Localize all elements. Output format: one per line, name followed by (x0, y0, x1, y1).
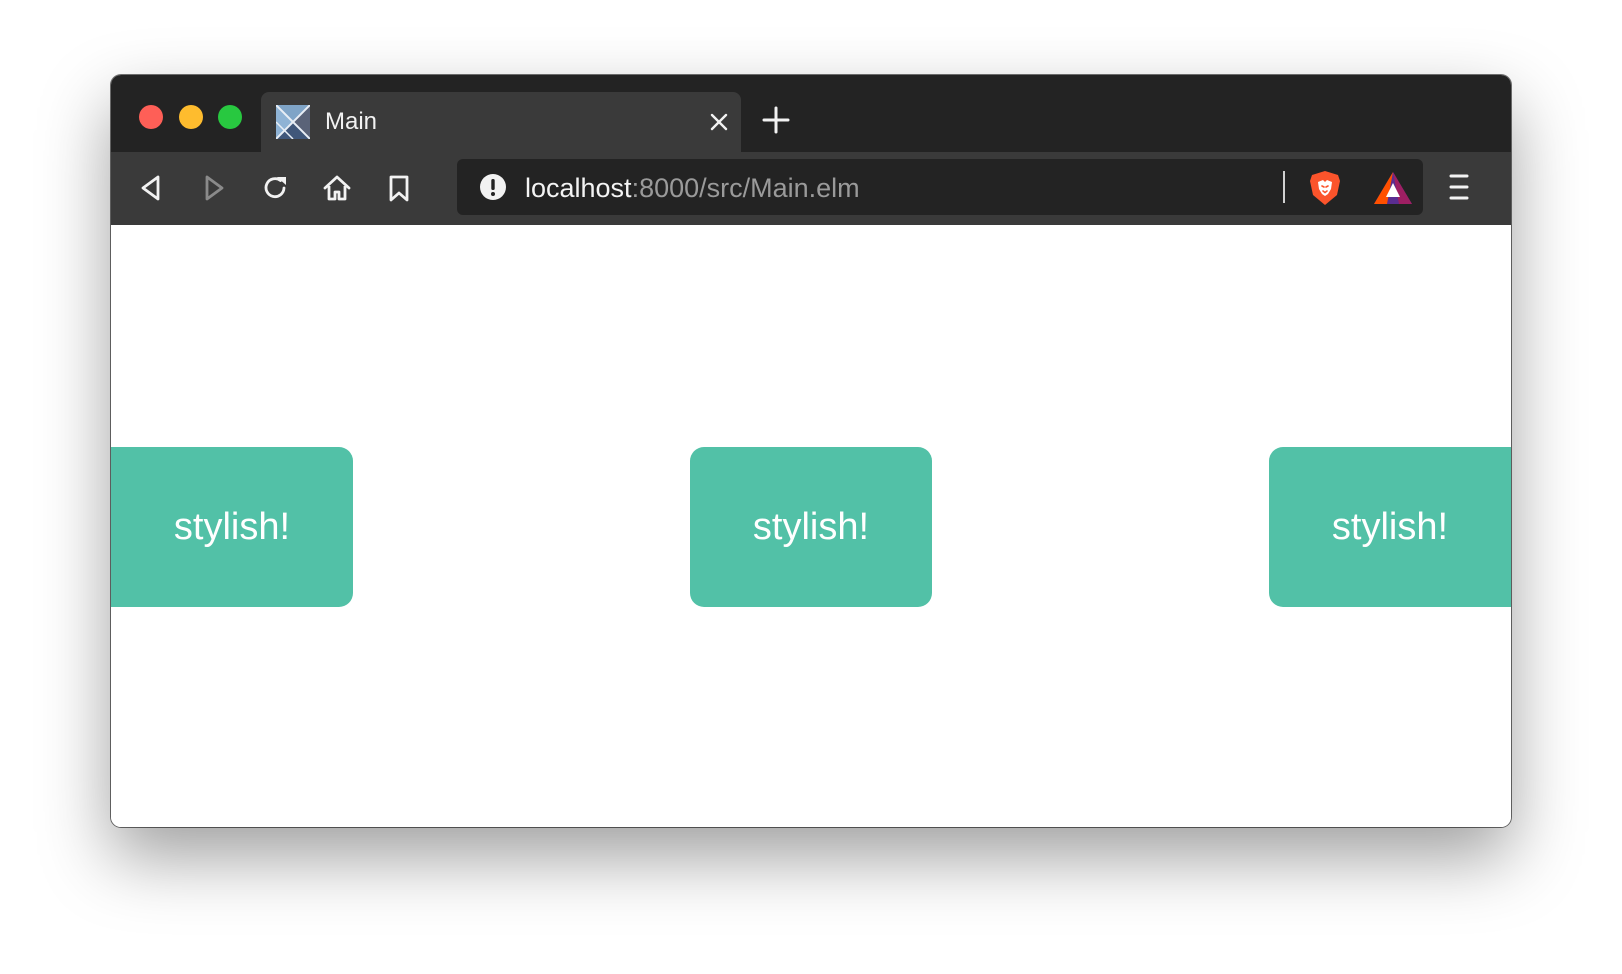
tab-main[interactable]: Main (261, 92, 741, 152)
hamburger-menu-icon[interactable] (1446, 172, 1472, 202)
minimize-window-button[interactable] (179, 105, 203, 129)
stylish-button-center[interactable]: stylish! (690, 447, 932, 607)
url-host: localhost (525, 173, 632, 203)
info-icon[interactable] (479, 173, 507, 201)
title-bar: Main (111, 75, 1511, 152)
stylish-button-left[interactable]: stylish! (111, 447, 353, 607)
address-bar[interactable]: localhost:8000/src/Main.elm (457, 159, 1423, 215)
close-window-button[interactable] (139, 105, 163, 129)
page-content: stylish! stylish! stylish! (111, 225, 1511, 827)
back-icon[interactable] (136, 172, 168, 204)
browser-window: Main localhost:8000/src/Main.elm stylish… (111, 75, 1511, 827)
plus-icon[interactable] (761, 105, 791, 135)
url-text[interactable]: localhost:8000/src/Main.elm (525, 173, 860, 203)
maximize-window-button[interactable] (218, 105, 242, 129)
forward-icon[interactable] (197, 172, 229, 204)
address-bar-divider (1283, 171, 1285, 203)
elm-logo-icon (276, 105, 310, 139)
bookmark-icon[interactable] (383, 172, 415, 204)
brave-shield-icon[interactable] (1307, 169, 1343, 207)
stylish-button-right[interactable]: stylish! (1269, 447, 1511, 607)
home-icon[interactable] (321, 172, 353, 204)
close-icon[interactable] (707, 110, 731, 134)
reload-icon[interactable] (259, 172, 291, 204)
brave-rewards-icon[interactable] (1373, 171, 1413, 205)
url-path: :8000/src/Main.elm (631, 173, 860, 203)
tab-title: Main (325, 108, 378, 135)
